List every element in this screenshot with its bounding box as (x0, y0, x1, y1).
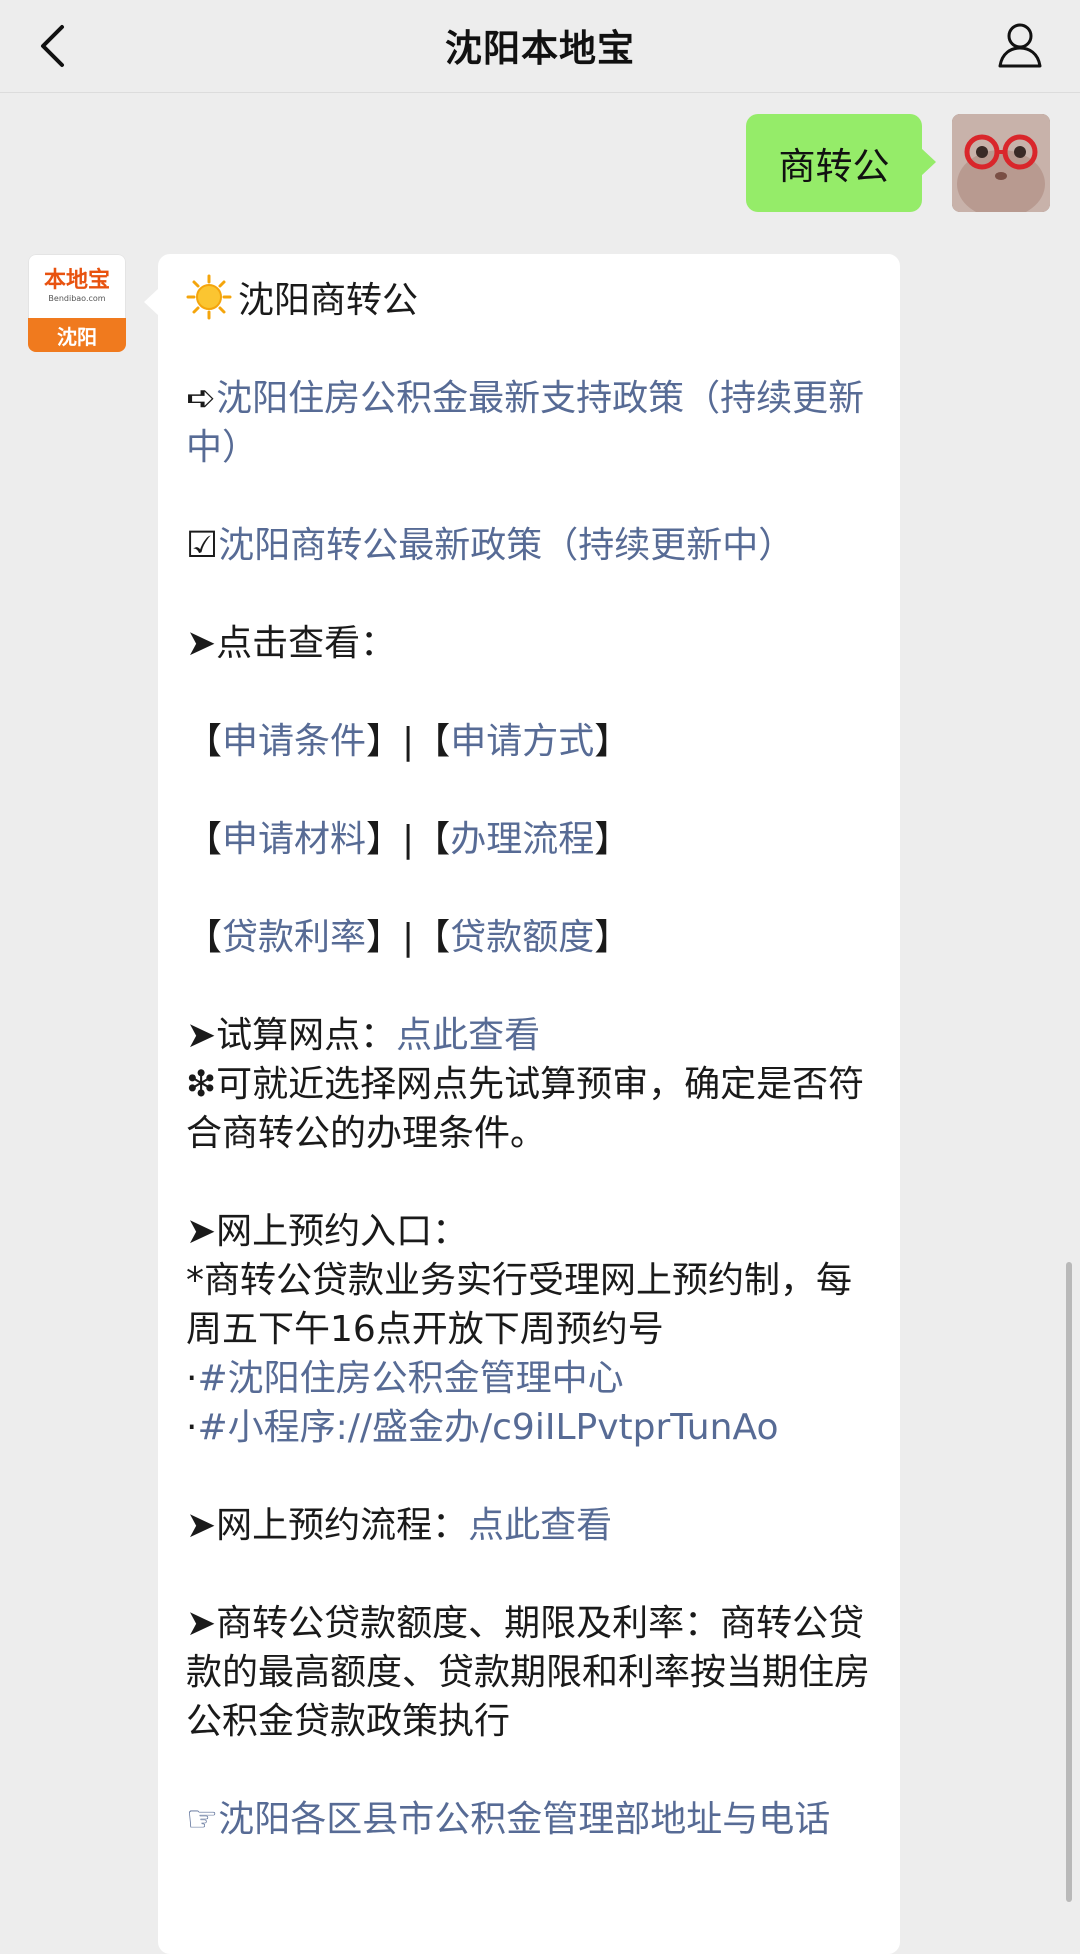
process-row: ➤网上预约流程：点此查看 (186, 1501, 872, 1550)
person-icon (998, 23, 1042, 68)
trial-view-link[interactable]: 点此查看 (396, 1015, 540, 1056)
click-view-label: ➤点击查看： (186, 623, 397, 664)
message-heading: 沈阳商转公 (186, 274, 872, 325)
district-office-address-link[interactable]: 沈阳各区县市公积金管理部地址与电话 (218, 1799, 830, 1840)
booking-note: *商转公贷款业务实行受理网上预约制，每周五下午16点开放下周预约号 (186, 1260, 853, 1350)
bracket-open: 【 (414, 721, 451, 762)
housing-fund-center-link[interactable]: #沈阳住房公积金管理中心 (197, 1358, 623, 1399)
sun-icon (186, 274, 232, 320)
top-bar: 沈阳本地宝 (0, 0, 1080, 93)
loan-rate-link[interactable]: 贷款利率 (222, 917, 366, 958)
user-avatar-image (952, 114, 1050, 212)
user-message-bubble[interactable]: 商转公 (746, 114, 936, 212)
logo-text: 本地宝 (43, 267, 110, 293)
logo-subtext: Bendibao.com (48, 294, 106, 303)
trial-label: ➤试算网点： (186, 1015, 397, 1056)
process-view-link[interactable]: 点此查看 (468, 1505, 612, 1546)
links-row-2: 【申请材料】|【办理流程】 (186, 815, 872, 864)
pointing-hand-icon: ☞ (186, 1799, 219, 1840)
latest-policy-row: ☑沈阳商转公最新政策（持续更新中） (186, 521, 872, 570)
bracket-close: 】 (366, 721, 403, 762)
apply-conditions-link[interactable]: 申请条件 (222, 721, 366, 762)
bot-avatar[interactable]: 本地宝 Bendibao.com 沈阳 (28, 254, 126, 352)
arrow-right-icon: ➪ (186, 378, 217, 419)
trial-note: ❇可就近选择网点先试算预审，确定是否符合商转公的办理条件。 (186, 1064, 865, 1154)
separator: | (402, 721, 415, 762)
housing-fund-policy-link[interactable]: 沈阳住房公积金最新支持政策（持续更新中） (186, 378, 864, 468)
logo-city: 沈阳 (28, 318, 126, 352)
process-flow-link[interactable]: 办理流程 (450, 819, 594, 860)
bracket-open: 【 (186, 721, 223, 762)
profile-button[interactable] (990, 14, 1050, 76)
footer-link-row: ☞沈阳各区县市公积金管理部地址与电话 (186, 1795, 872, 1844)
user-avatar[interactable] (952, 114, 1050, 212)
bullet: · (186, 1358, 198, 1399)
links-row-1: 【申请条件】|【申请方式】 (186, 717, 872, 766)
separator: | (402, 819, 415, 860)
scrollbar[interactable] (1066, 1262, 1072, 1902)
bracket-close: 】 (366, 917, 403, 958)
trial-row: ➤试算网点：点此查看 (186, 1011, 872, 1060)
process-label: ➤网上预约流程： (186, 1505, 469, 1546)
user-message-row: 商转公 (746, 114, 1050, 212)
bracket-close: 】 (594, 819, 631, 860)
bracket-close: 】 (366, 819, 403, 860)
page-title: 沈阳本地宝 (445, 27, 635, 70)
checkbox-icon: ☑ (186, 525, 219, 566)
bot-message-bubble: 沈阳商转公 ➪沈阳住房公积金最新支持政策（持续更新中） ☑沈阳商转公最新政策（持… (144, 254, 900, 1954)
bullet: · (186, 1407, 198, 1448)
limits-text: ➤商转公贷款额度、期限及利率：商转公贷款的最高额度、贷款期限和利率按当期住房公积… (186, 1603, 871, 1742)
booking-link-row-2: ·#小程序://盛金办/c9iILPvtprTunAo (186, 1403, 872, 1452)
bracket-close: 】 (594, 721, 631, 762)
latest-policy-link[interactable]: 沈阳商转公最新政策（持续更新中） (218, 525, 794, 566)
mini-program-link[interactable]: #小程序://盛金办/c9iILPvtprTunAo (197, 1407, 778, 1448)
links-row-3: 【贷款利率】|【贷款额度】 (186, 913, 872, 962)
booking-link-row-1: ·#沈阳住房公积金管理中心 (186, 1354, 872, 1403)
bracket-open: 【 (186, 917, 223, 958)
booking-label: ➤网上预约入口： (186, 1211, 469, 1252)
loan-amount-link[interactable]: 贷款额度 (450, 917, 594, 958)
separator: | (402, 917, 415, 958)
bracket-open: 【 (414, 819, 451, 860)
bracket-open: 【 (414, 917, 451, 958)
apply-materials-link[interactable]: 申请材料 (222, 819, 366, 860)
heading-text: 沈阳商转公 (238, 280, 419, 321)
bracket-open: 【 (186, 819, 223, 860)
policy-link-row: ➪沈阳住房公积金最新支持政策（持续更新中） (186, 374, 872, 472)
bracket-close: 】 (594, 917, 631, 958)
apply-method-link[interactable]: 申请方式 (450, 721, 594, 762)
